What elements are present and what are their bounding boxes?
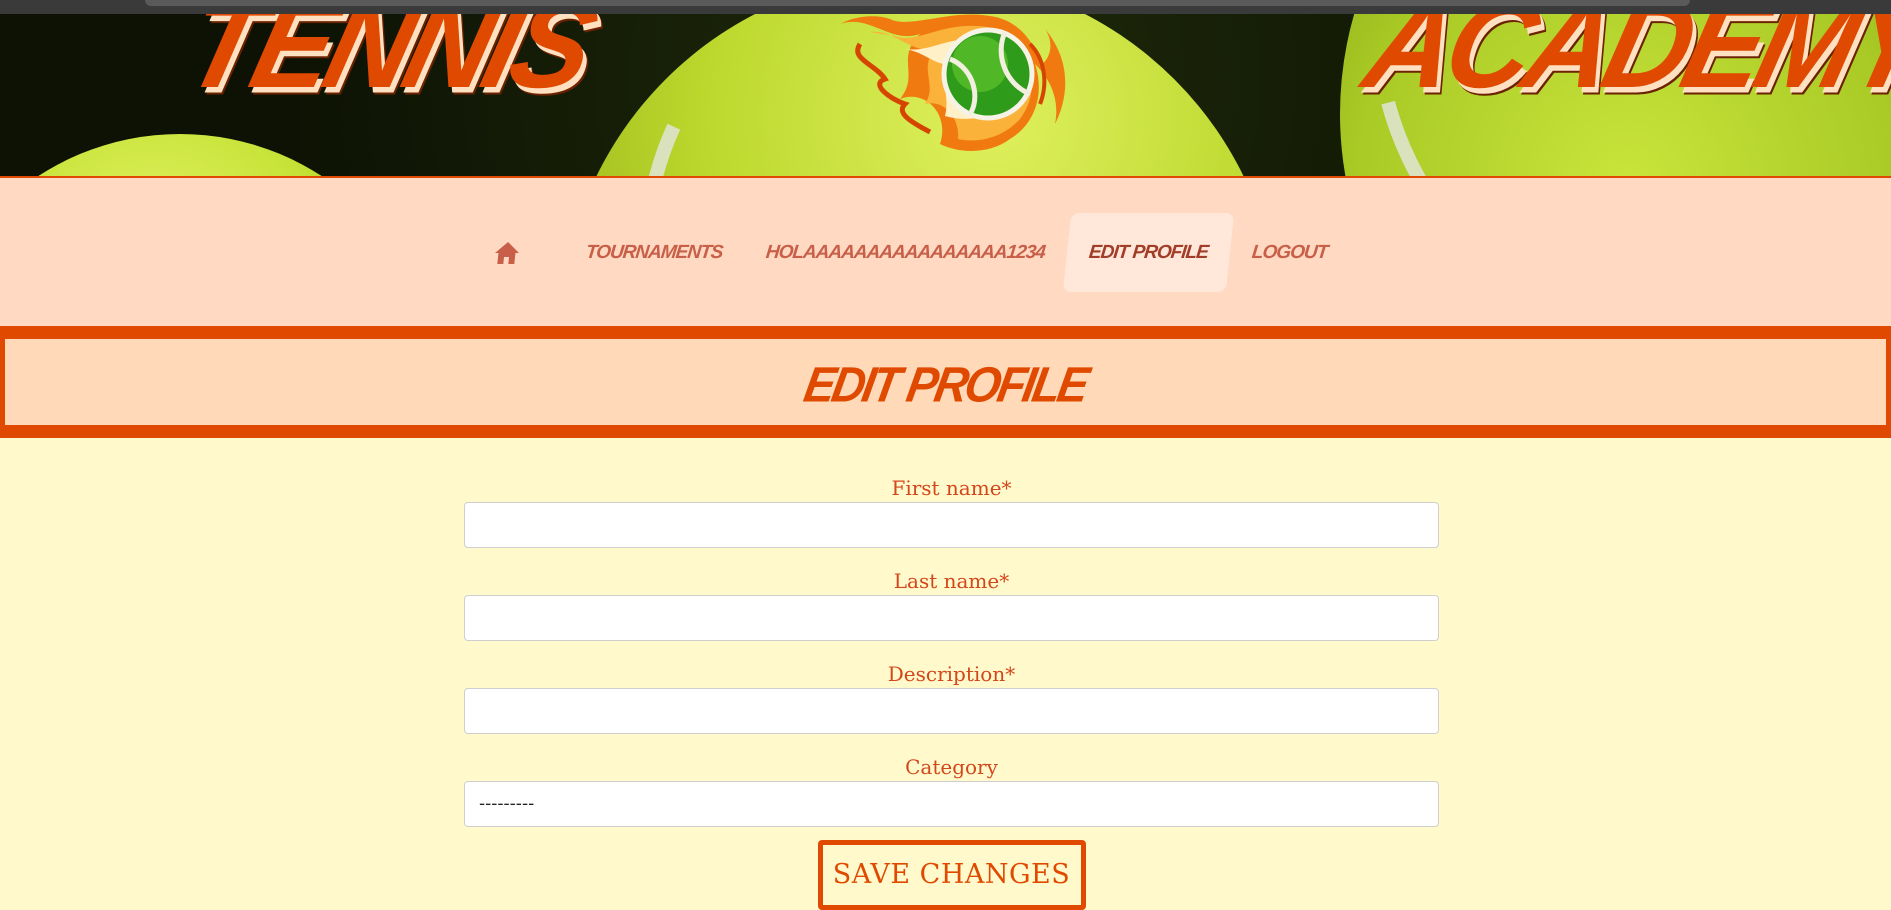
- nav-home-link[interactable]: [476, 213, 568, 292]
- flaming-tennis-ball-logo: [840, 14, 1066, 151]
- browser-top-strip: [0, 0, 1891, 14]
- edit-profile-form: First name* Last name* Description* Cate…: [464, 474, 1439, 910]
- nav-item-edit-profile[interactable]: EDIT PROFILE: [1063, 213, 1235, 292]
- last-name-input[interactable]: [464, 595, 1439, 641]
- last-name-label: Last name*: [893, 569, 1010, 593]
- description-label: Description*: [887, 662, 1016, 686]
- browser-tab-bar: [145, 0, 1690, 6]
- page-title-band: EDIT PROFILE: [0, 326, 1891, 438]
- nav-item-logout[interactable]: LOGOUT: [1226, 213, 1354, 292]
- first-name-label: First name*: [891, 476, 1012, 500]
- page-title: EDIT PROFILE: [0, 355, 1891, 413]
- category-select[interactable]: ---------: [464, 781, 1439, 827]
- main-nav: TOURNAMENTS HOLAAAAAAAAAAAAAAAA1234 EDIT…: [0, 178, 1891, 326]
- description-input[interactable]: [464, 688, 1439, 734]
- hero-title-right: ACADEMY: [1352, 14, 1891, 115]
- home-icon: [495, 241, 519, 264]
- nav-item-tournaments[interactable]: TOURNAMENTS: [560, 213, 749, 292]
- category-label: Category: [905, 755, 998, 779]
- hero-title-left: TENNIS: [172, 14, 604, 115]
- nav-item-user-profile[interactable]: HOLAAAAAAAAAAAAAAAA1234: [740, 213, 1071, 292]
- nav-menu: TOURNAMENTS HOLAAAAAAAAAAAAAAAA1234 EDIT…: [480, 213, 1350, 292]
- tennis-ball-image: [0, 134, 440, 176]
- category-selected-value: ---------: [479, 794, 535, 814]
- first-name-input[interactable]: [464, 502, 1439, 548]
- hero-banner: TENNIS ACADEMY: [0, 14, 1891, 178]
- save-changes-button[interactable]: SAVE CHANGES: [817, 840, 1086, 910]
- save-button-container: SAVE CHANGES: [464, 840, 1439, 910]
- page-title-text: EDIT PROFILE: [800, 355, 1091, 413]
